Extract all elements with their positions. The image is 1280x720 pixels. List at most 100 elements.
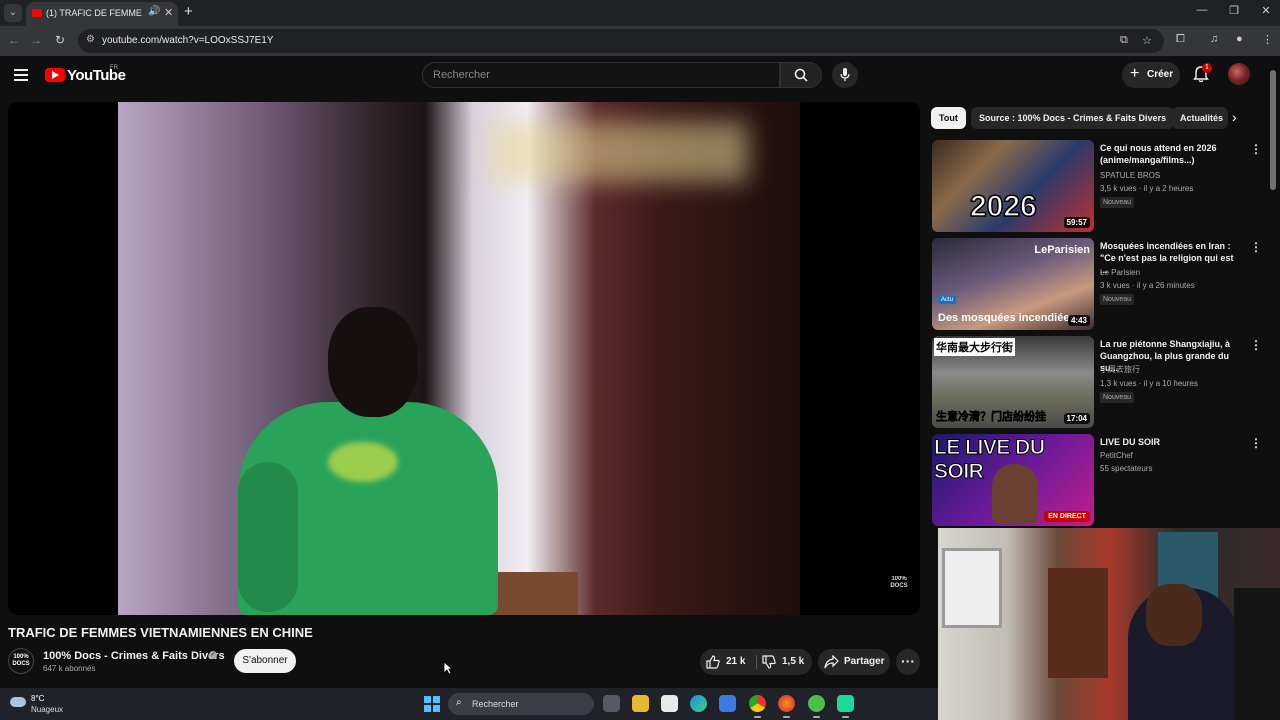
reload-icon[interactable]: ↻ [52,33,68,47]
site-info-icon[interactable]: ⚙ [86,34,95,45]
dislike-button[interactable]: 1,5 k [756,649,812,675]
obs-icon[interactable] [837,695,854,718]
scene-light [488,122,748,182]
kebab-menu-icon[interactable]: ⋮ [1250,338,1262,352]
share-button[interactable]: Partager [818,649,890,675]
cast-icon[interactable]: ⧉ [1120,34,1128,47]
tab-search-icon[interactable]: ⌄ [4,4,22,22]
more-actions-button[interactable]: ··· [896,649,920,675]
browser-tabstrip: ⌄ (1) TRAFIC DE FEMMES VIE 🔊 ✕ + — ❐ ✕ [0,0,1280,26]
recommendation-title[interactable]: Ce qui nous attend en 2026 (anime/manga/… [1100,142,1242,166]
recommendation-channel[interactable]: 小周去旅行 [1100,364,1140,375]
notepad-icon[interactable] [661,695,678,712]
restore-icon[interactable]: ❐ [1224,4,1244,17]
store-icon[interactable] [719,695,736,712]
taskbar-search[interactable]: ⌕ Rechercher [448,693,594,715]
media-controls-icon[interactable]: ♫ [1210,33,1218,45]
firefox-icon[interactable] [778,695,795,718]
recommendation-thumbnail[interactable]: 华南最大步行街 生意冷清？门店纷纷挂 17:04 [932,336,1094,428]
recommendation-item[interactable]: 华南最大步行街 生意冷清？门店纷纷挂 17:04 La rue piétonne… [932,336,1272,430]
search-input[interactable]: Rechercher [422,62,780,88]
channel-watermark: 100% DOCS [890,576,908,589]
kebab-menu-icon[interactable]: ⋮ [1250,142,1262,156]
thumbnail-text-top: 华南最大步行街 [934,338,1015,356]
edge-icon[interactable] [690,695,707,712]
youtube-logo-icon[interactable] [45,68,65,82]
chevron-right-icon[interactable]: › [1232,109,1237,125]
like-button[interactable]: 21 k [700,649,756,675]
chrome-icon[interactable] [749,695,766,718]
search-button[interactable] [780,62,822,88]
channel-name[interactable]: 100% Docs - Crimes & Faits Divers [43,650,225,662]
dislike-count: 1,5 k [782,656,805,667]
like-dislike-group: 21 k 1,5 k [700,649,812,675]
profile-icon[interactable]: ● [1236,33,1243,45]
cloud-icon[interactable] [10,697,26,707]
subscribe-button[interactable]: S'abonner [234,649,296,673]
recommendation-item[interactable]: LE LIVE DU SOIR EN DIRECT LIVE DU SOIR P… [932,434,1272,528]
app-icon[interactable] [808,695,825,718]
recommendation-item[interactable]: 2026 59:57 Ce qui nous attend en 2026 (a… [932,140,1272,234]
recommendation-thumbnail[interactable]: LeParisien Actu Des mosquées incendiées … [932,238,1094,330]
minimize-icon[interactable]: — [1192,4,1212,16]
create-button[interactable]: + Créer [1122,62,1180,88]
recommendation-thumbnail[interactable]: LE LIVE DU SOIR EN DIRECT [932,434,1094,526]
webcam-overlay [938,528,1280,720]
weather-description[interactable]: Nuageux [31,705,63,714]
chip-tout[interactable]: Tout [931,107,966,129]
url-text[interactable]: youtube.com/watch?v=LOOxSSJ7E1Y [102,35,273,46]
task-view-icon[interactable] [603,695,620,712]
video-duration: 4:43 [1067,315,1090,326]
browser-tab-active[interactable]: (1) TRAFIC DE FEMMES VIE 🔊 ✕ [26,2,178,26]
windows-start-icon[interactable] [424,696,440,712]
video-title: TRAFIC DE FEMMES VIETNAMIENNES EN CHINE [8,625,313,640]
chip-actualites[interactable]: Actualités [1172,107,1228,129]
microphone-icon [840,68,850,81]
thumbnail-text: 2026 [969,189,1037,224]
new-badge: Nouveau [1100,392,1135,403]
tab-close-icon[interactable]: ✕ [164,6,173,19]
scene-shirt-logo [328,442,398,482]
verified-badge-icon: ✓ [209,651,217,659]
recommendation-thumbnail[interactable]: 2026 59:57 [932,140,1094,232]
tab-title: (1) TRAFIC DE FEMMES VIE [46,8,142,18]
kebab-menu-icon[interactable]: ⋮ [1250,240,1262,254]
forward-icon[interactable]: → [28,33,44,47]
page-scrollbar[interactable] [1270,70,1276,190]
back-icon[interactable]: ← [6,33,22,47]
live-badge: EN DIRECT [1044,511,1090,522]
browser-toolbar: ← → ↻ ⚙ youtube.com/watch?v=LOOxSSJ7E1Y … [0,26,1280,56]
new-tab-button[interactable]: + [184,3,193,20]
thumbs-up-icon [706,655,720,669]
address-bar[interactable]: ⚙ youtube.com/watch?v=LOOxSSJ7E1Y ⧉ ☆ [78,29,1164,53]
channel-avatar[interactable]: 100% DOCS [8,648,34,674]
account-avatar[interactable] [1228,63,1250,85]
weather-temperature[interactable]: 8°C [31,694,44,703]
recommendation-channel[interactable]: PetitChef [1100,451,1133,460]
chip-source[interactable]: Source : 100% Docs - Crimes & Faits Dive… [971,107,1175,129]
menu-icon[interactable] [14,69,28,81]
video-frame [118,102,800,615]
extensions-icon[interactable]: ⧠ [1176,33,1185,46]
recommendation-meta: 3,5 k vues · il y a 2 heures [1100,184,1194,193]
thumbnail-caption: Des mosquées incendiées [938,312,1076,324]
youtube-header: YouTube FR Rechercher + Créer 1 [0,56,1280,96]
search-icon: ⌕ [456,697,462,708]
recommendation-channel[interactable]: Le Parisien [1100,268,1140,277]
subscriber-count: 647 k abonnés [43,664,96,673]
video-player[interactable]: 100% DOCS [8,102,920,615]
bookmark-star-icon[interactable]: ☆ [1142,34,1152,47]
close-window-icon[interactable]: ✕ [1256,4,1276,17]
new-badge: Nouveau [1100,294,1135,305]
mouse-cursor-icon [443,661,453,675]
browser-menu-icon[interactable]: ⋮ [1262,33,1273,46]
file-explorer-icon[interactable] [632,695,649,712]
recommendation-item[interactable]: LeParisien Actu Des mosquées incendiées … [932,238,1272,332]
windows-taskbar: 8°C Nuageux ⌕ Rechercher [0,688,938,720]
speaker-icon[interactable]: 🔊 [148,6,160,17]
country-code: FR [110,65,118,71]
recommendation-channel[interactable]: SPATULE BROS [1100,171,1160,180]
kebab-menu-icon[interactable]: ⋮ [1250,436,1262,450]
voice-search-button[interactable] [832,62,858,88]
recommendation-title[interactable]: LIVE DU SOIR [1100,436,1242,448]
